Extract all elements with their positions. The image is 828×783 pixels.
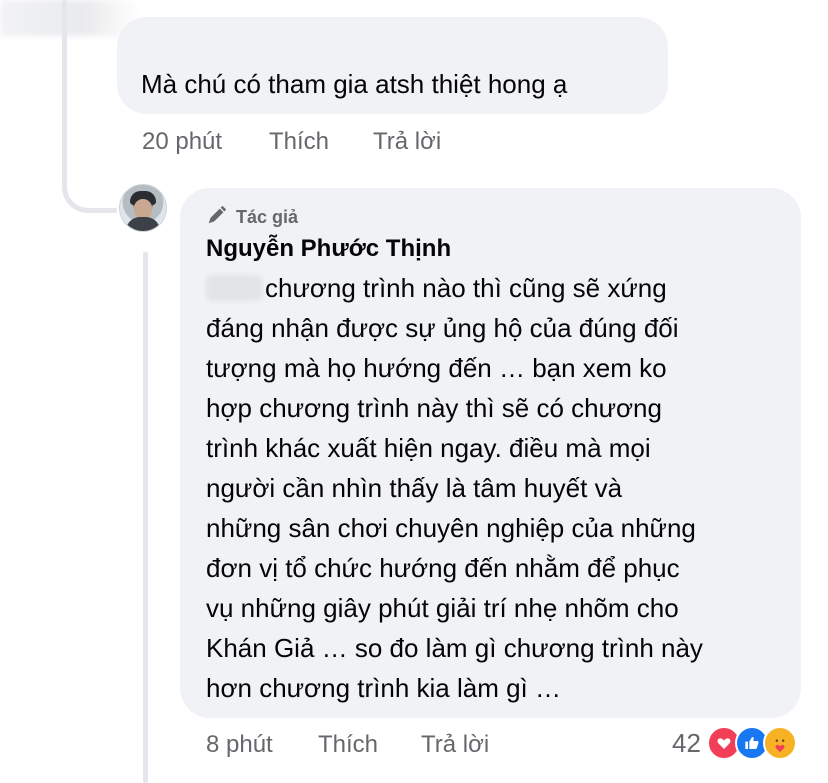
- reply-line: chương trình nào thì cũng sẽ xứng: [265, 273, 667, 303]
- reply-line: hợp chương trình này thì sẽ có chương: [206, 393, 662, 423]
- author-badge-label: Tác giả: [236, 207, 299, 227]
- blurred-comment-remnant: [0, 0, 140, 36]
- reply-line: đơn vị tổ chức hướng đến nhằm để phục: [206, 553, 680, 583]
- author-badge: Tác giả: [206, 204, 298, 231]
- reply-line: hơn chương trình kia làm gì …: [206, 673, 561, 703]
- reply-line: vụ những giây phút giải trí nhẹ nhõm cho: [206, 593, 679, 623]
- reply-thread-line: [143, 252, 148, 783]
- reply-bubble: Tác giả Nguyễn Phước Thịnh chương trình …: [180, 188, 801, 718]
- reply-time[interactable]: 8 phút: [206, 731, 273, 759]
- reply-line: tượng mà họ hướng đến … bạn xem ko: [206, 353, 667, 383]
- blurred-mention: [206, 275, 262, 301]
- comment-text: Mà chú có tham gia atsh thiệt hong ạ: [141, 69, 568, 99]
- care-icon: [762, 726, 797, 760]
- pencil-icon: [206, 204, 228, 231]
- reply-line: trình khác xuất hiện ngay. điều mà mọi: [206, 433, 651, 463]
- reaction-summary[interactable]: 42: [672, 726, 797, 760]
- reply-line: đáng nhận được sự ủng hộ của đúng đối: [206, 313, 679, 343]
- reply-text: chương trình nào thì cũng sẽ xứng đáng n…: [206, 268, 796, 708]
- reply-like-button[interactable]: Thích: [318, 731, 378, 759]
- reply-line: những sân chơi chuyên nghiệp của những: [206, 513, 696, 543]
- reply-line: người cần nhìn thấy là tâm huyết và: [206, 473, 623, 503]
- reply-button[interactable]: Trả lời: [373, 128, 441, 156]
- comment-bubble: Mà chú có tham gia atsh thiệt hong ạ: [117, 17, 668, 114]
- comment-time[interactable]: 20 phút: [142, 128, 222, 156]
- thread-connector: [62, 150, 117, 213]
- reply-reply-button[interactable]: Trả lời: [421, 731, 489, 759]
- avatar[interactable]: [119, 184, 167, 232]
- reaction-count: 42: [672, 727, 701, 758]
- like-button[interactable]: Thích: [269, 128, 329, 156]
- reply-line: Khán Giả … so đo làm gì chương trình này: [206, 633, 703, 663]
- author-name[interactable]: Nguyễn Phước Thịnh: [206, 233, 451, 265]
